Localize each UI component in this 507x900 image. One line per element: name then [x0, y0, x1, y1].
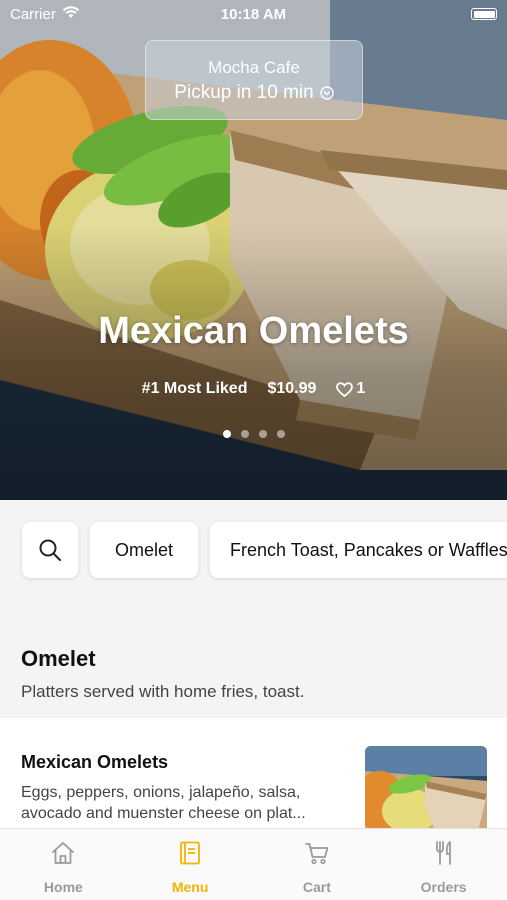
- likes-value: 1: [356, 380, 366, 397]
- carousel-dot[interactable]: [258, 430, 267, 438]
- tab-label: Orders: [420, 879, 467, 895]
- tab-home[interactable]: Home: [0, 829, 127, 900]
- pickup-time: Pickup in 10 min: [174, 82, 314, 103]
- carousel-dots[interactable]: [0, 430, 507, 438]
- status-bar: Carrier 10:18 AM: [0, 0, 507, 30]
- chevron-down-circle-icon: [320, 86, 334, 100]
- fork-knife-icon: [435, 841, 451, 865]
- most-liked-badge: #1 Most Liked: [141, 380, 248, 397]
- tab-label: Home: [43, 879, 83, 895]
- search-icon: [39, 539, 61, 561]
- tab-orders[interactable]: Orders: [380, 829, 507, 900]
- heart-icon: [336, 381, 354, 397]
- section-subtitle: Platters served with home fries, toast.: [21, 682, 305, 701]
- featured-item-title: Mexican Omelets: [98, 310, 409, 352]
- pickup-selector[interactable]: Mocha Cafe Pickup in 10 min: [145, 40, 363, 120]
- category-filter-bar[interactable]: Omelet French Toast, Pancakes or Waffles: [0, 500, 507, 600]
- category-chip-french-toast[interactable]: French Toast, Pancakes or Waffles: [210, 522, 507, 578]
- clock: 10:18 AM: [220, 6, 287, 23]
- menu-item-thumbnail: [365, 746, 487, 828]
- cafe-name: Mocha Cafe: [208, 58, 300, 77]
- pickup-time-row: Pickup in 10 min: [146, 82, 362, 104]
- battery-icon: [471, 8, 497, 20]
- section-title: Omelet: [21, 646, 96, 671]
- menu-item-card[interactable]: Mexican Omelets Eggs, peppers, onions, j…: [0, 718, 507, 828]
- tab-cart[interactable]: Cart: [254, 829, 381, 900]
- menu-book-icon: [180, 841, 201, 865]
- menu-item-description: Eggs, peppers, onions, jalapeño, salsa, …: [21, 784, 306, 822]
- carousel-dot[interactable]: [276, 430, 285, 438]
- home-icon: [52, 842, 75, 864]
- cart-icon: [304, 843, 329, 865]
- likes-count: 1: [336, 380, 365, 398]
- featured-price: $10.99: [267, 380, 317, 397]
- featured-item-meta: #1 Most Liked $10.99 1: [0, 380, 507, 398]
- tab-menu[interactable]: Menu: [127, 829, 254, 900]
- tab-label: Menu: [171, 879, 209, 895]
- category-chip-omelet[interactable]: Omelet: [90, 522, 198, 578]
- carousel-dot[interactable]: [222, 430, 231, 438]
- tab-bar: Home Menu Cart Orders: [0, 828, 507, 900]
- menu-item-name: Mexican Omelets: [21, 752, 169, 772]
- tab-label: Cart: [302, 879, 331, 895]
- search-button[interactable]: [22, 522, 78, 578]
- carousel-dot[interactable]: [240, 430, 249, 438]
- hero-banner[interactable]: Carrier 10:18 AM Mocha Cafe Pickup in 10…: [0, 0, 507, 500]
